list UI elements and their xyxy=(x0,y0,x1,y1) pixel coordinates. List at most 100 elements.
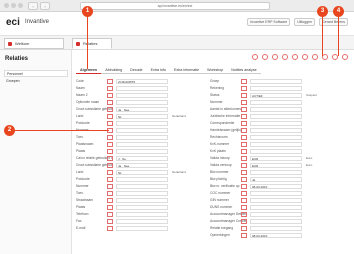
field-input[interactable] xyxy=(250,205,302,210)
tab-relaties[interactable]: Relaties xyxy=(72,38,112,49)
field-input[interactable] xyxy=(116,184,168,189)
field-input[interactable] xyxy=(116,135,168,140)
field-input[interactable] xyxy=(116,191,168,196)
field-input[interactable]: EUR xyxy=(250,163,302,168)
tab-welkom-label: Welkom xyxy=(15,41,30,46)
field-input[interactable]: 2C0G1M6T6 xyxy=(116,79,168,84)
field-input[interactable]: 08-03-2010 xyxy=(250,233,302,238)
field-input[interactable] xyxy=(250,191,302,196)
field-input[interactable] xyxy=(250,142,302,147)
field-input[interactable]: 08-03-2010 xyxy=(250,184,302,189)
callout-1: 1 xyxy=(82,6,93,17)
field-input[interactable] xyxy=(116,226,168,231)
field-input[interactable]: ACTIEF xyxy=(250,93,302,98)
field-input[interactable] xyxy=(250,149,302,154)
sidebar-item-personnel[interactable]: Personnel xyxy=(4,70,68,77)
field-input[interactable] xyxy=(116,128,168,133)
tab-afdrukking[interactable]: Afdrukking xyxy=(101,66,127,74)
tab-extra-info[interactable]: Extra Info xyxy=(146,66,170,74)
logo: eci xyxy=(6,17,20,28)
field-description: Euro xyxy=(306,156,313,160)
field-input[interactable] xyxy=(116,93,168,98)
field-input[interactable] xyxy=(250,135,302,140)
tab-workshop[interactable]: Workshop xyxy=(203,66,228,74)
back-icon[interactable]: ‹ xyxy=(28,2,38,10)
field-input[interactable]: EUR xyxy=(250,156,302,161)
maximize-window-icon[interactable] xyxy=(18,3,23,8)
tab-decode[interactable]: Decode xyxy=(126,66,147,74)
field-input[interactable]: Ja · Nee xyxy=(116,163,168,168)
field-input[interactable] xyxy=(116,100,168,105)
field-input[interactable] xyxy=(250,170,302,175)
field-input[interactable] xyxy=(116,121,168,126)
required-marker xyxy=(241,79,247,84)
user-chip[interactable]: Gerard Berens xyxy=(319,18,348,26)
field-input[interactable] xyxy=(116,219,168,224)
field-input[interactable] xyxy=(250,198,302,203)
company-chip[interactable]: Invantive ERP Software xyxy=(247,18,291,26)
form-row: GIN nummer xyxy=(210,197,345,204)
tab-algemeen[interactable]: Algemeen xyxy=(76,66,102,74)
required-marker xyxy=(107,121,113,126)
delete-icon[interactable] xyxy=(342,54,348,60)
field-input[interactable] xyxy=(116,212,168,217)
field-input[interactable] xyxy=(116,149,168,154)
record-toolbar xyxy=(72,50,354,64)
field-input[interactable] xyxy=(250,212,302,217)
required-marker xyxy=(107,135,113,140)
next-record-icon[interactable] xyxy=(272,54,278,60)
form-row: Groot subsidiaire gebruiken voor postadr… xyxy=(76,162,211,169)
required-marker xyxy=(107,191,113,196)
field-input[interactable] xyxy=(250,79,302,84)
field-input[interactable] xyxy=(250,114,302,119)
logout-button[interactable]: Uitloggen xyxy=(294,18,316,26)
form-row: Postcode xyxy=(76,120,211,127)
field-input[interactable] xyxy=(250,107,302,112)
field-input[interactable] xyxy=(250,128,302,133)
callout-2: 2 xyxy=(4,125,15,136)
header-actions: Invantive ERP Software Uitloggen Gerard … xyxy=(247,18,348,26)
close-window-icon[interactable] xyxy=(4,3,9,8)
field-input[interactable] xyxy=(116,86,168,91)
field-input[interactable] xyxy=(116,142,168,147)
form-row: Handelsnaam (gelijk) xyxy=(210,127,345,134)
field-input[interactable] xyxy=(250,100,302,105)
copy-record-icon[interactable] xyxy=(302,54,308,60)
field-input[interactable] xyxy=(116,198,168,203)
form-row: Straatnaam xyxy=(76,197,211,204)
required-marker xyxy=(107,86,113,91)
field-input[interactable] xyxy=(250,86,302,91)
required-marker xyxy=(107,170,113,175)
field-input[interactable] xyxy=(250,219,302,224)
tab-notities-analyse[interactable]: Notities analyse xyxy=(227,66,261,74)
field-input[interactable] xyxy=(250,121,302,126)
form-row: Plaats xyxy=(76,204,211,211)
address-bar[interactable]: api.invantive.eu/en/eci xyxy=(80,2,270,10)
tab-welkom[interactable]: Welkom xyxy=(4,38,64,49)
prev-record-icon[interactable] xyxy=(262,54,268,60)
field-input[interactable]: Ja · Nee xyxy=(116,107,168,112)
field-input[interactable]: NL xyxy=(116,170,168,175)
first-record-icon[interactable] xyxy=(252,54,258,60)
form-row: Postcode xyxy=(76,176,211,183)
callout-3: 3 xyxy=(317,6,328,17)
field-input[interactable] xyxy=(250,226,302,231)
field-input[interactable] xyxy=(116,177,168,182)
forward-icon[interactable]: › xyxy=(40,2,50,10)
field-input[interactable]: J · Ne xyxy=(116,156,168,161)
search-record-icon[interactable] xyxy=(312,54,318,60)
required-marker xyxy=(107,184,113,189)
form-row: Accountmanager Debiteur xyxy=(210,211,345,218)
form-row: Status ACTIEF Suspect xyxy=(210,92,345,99)
form-row: Naam xyxy=(76,85,211,92)
required-marker xyxy=(241,156,247,161)
new-record-icon[interactable] xyxy=(292,54,298,60)
field-input[interactable] xyxy=(116,205,168,210)
sidebar-item-groepen[interactable]: Groepen xyxy=(4,78,68,85)
field-input[interactable]: Ja xyxy=(250,177,302,182)
last-record-icon[interactable] xyxy=(282,54,288,60)
minimize-window-icon[interactable] xyxy=(11,3,16,8)
callout-line-4 xyxy=(338,17,339,56)
tab-extra-informatie[interactable]: Extra informatie xyxy=(169,66,204,74)
field-input[interactable]: NL xyxy=(116,114,168,119)
